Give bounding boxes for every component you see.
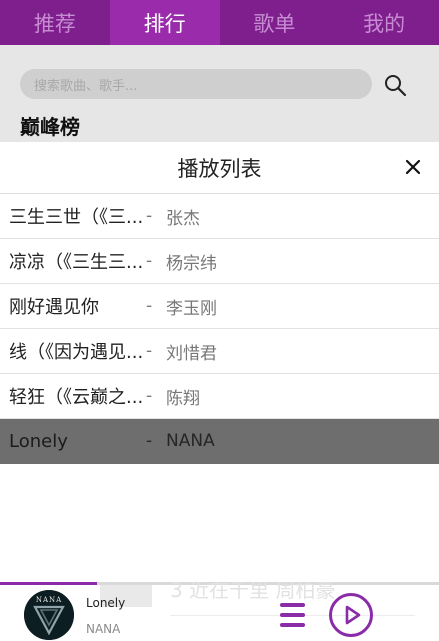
search-input[interactable]: 搜索歌曲、歌手...: [20, 69, 372, 99]
tab-ranking[interactable]: 排行: [109, 0, 220, 45]
album-cover[interactable]: NANA: [24, 590, 74, 640]
playlist-item-separator: -: [146, 251, 153, 271]
tab-recommend[interactable]: 推荐: [0, 0, 110, 45]
playlist-item-artist: 杨宗纬: [166, 253, 217, 274]
playlist-panel: 播放列表 三生三世（《三... - 张杰 凉凉（《三生三... - 杨宗纬 刚好遇见你 - 李玉…: [0, 142, 439, 582]
playlist-item-artist: 张杰: [166, 208, 200, 229]
mini-player: 3 近在千里 周柏豪 NANA Lonely NANA: [0, 582, 439, 641]
playlist-item-artist: 刘惜君: [166, 343, 217, 364]
playlist-item-title: 线（《因为遇见...: [9, 342, 144, 363]
playlist-item-artist: 陈翔: [166, 388, 200, 409]
search-icon[interactable]: [383, 73, 407, 97]
playlist-item[interactable]: 三生三世（《三... - 张杰: [0, 194, 439, 239]
playlist-item-playing[interactable]: Lonely - NANA: [0, 419, 439, 464]
top-tab-bar: 推荐 排行 歌单 我的: [0, 0, 439, 45]
playlist-item-title: 刚好遇见你: [9, 297, 99, 318]
playlist-header: 播放列表: [0, 142, 439, 194]
section-title: 巅峰榜: [20, 115, 80, 139]
playlist-item-title: 轻狂（《云巅之...: [9, 387, 144, 408]
menu-icon-bar: [280, 613, 305, 617]
ranking-page: 搜索歌曲、歌手... 巅峰榜: [0, 45, 439, 142]
menu-icon-bar: [280, 623, 305, 627]
playlist-item-separator: -: [146, 386, 153, 406]
playlist-item[interactable]: 凉凉（《三生三... - 杨宗纬: [0, 239, 439, 284]
now-playing-title: Lonely: [86, 596, 126, 610]
play-icon[interactable]: [329, 593, 373, 637]
background-list-item: 3 近在千里 周柏豪: [170, 582, 336, 602]
playlist-item-title: 凉凉（《三生三...: [9, 252, 144, 273]
progress-fill: [0, 582, 97, 585]
playlist-item-separator: -: [146, 206, 153, 226]
play-triangle: [345, 605, 361, 625]
playlist-item[interactable]: 轻狂（《云巅之... - 陈翔: [0, 374, 439, 419]
playlist-item[interactable]: 刚好遇见你 - 李玉刚: [0, 284, 439, 329]
album-cover-text: NANA: [35, 596, 63, 604]
now-playing-artist: NANA: [86, 622, 121, 636]
menu-icon[interactable]: [279, 603, 307, 629]
playlist-list: 三生三世（《三... - 张杰 凉凉（《三生三... - 杨宗纬 刚好遇见你 - 李玉刚 线（《因…: [0, 194, 439, 464]
playlist-item-separator: -: [146, 341, 153, 361]
playlist-title: 播放列表: [177, 156, 262, 181]
tab-mine[interactable]: 我的: [329, 0, 439, 45]
playlist-item-separator: -: [146, 296, 153, 316]
playlist-item-separator: -: [146, 431, 153, 451]
close-icon[interactable]: [401, 155, 425, 179]
search-placeholder: 搜索歌曲、歌手...: [34, 78, 138, 94]
playlist-item-title: 三生三世（《三...: [9, 207, 144, 228]
menu-icon-bar: [280, 603, 305, 607]
tab-playlists[interactable]: 歌单: [220, 0, 330, 45]
playlist-item-artist: 李玉刚: [166, 298, 217, 319]
playlist-item[interactable]: 线（《因为遇见... - 刘惜君: [0, 329, 439, 374]
playlist-item-artist: NANA: [166, 431, 215, 451]
playlist-item-title: Lonely: [9, 430, 68, 452]
